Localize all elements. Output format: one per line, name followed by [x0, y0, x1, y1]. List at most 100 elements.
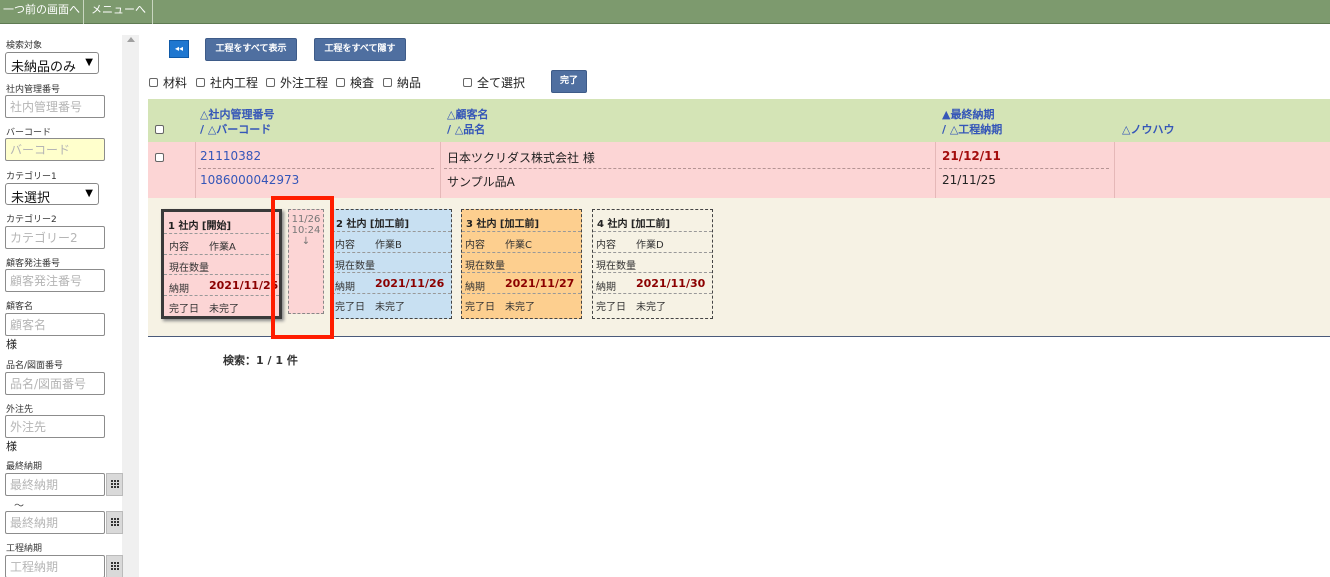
process-title: 1 社内 [開始] [168, 221, 232, 232]
proc-due-input[interactable]: 工程納期 [5, 555, 105, 577]
customer-po-input[interactable]: 顧客発注番号 [5, 269, 105, 292]
barcode-label: バーコード [6, 128, 52, 138]
customer-label: 顧客名 [6, 302, 34, 312]
due-value: 2021/11/26 [375, 277, 445, 290]
rewind-icon[interactable]: ◂◂ [169, 40, 189, 58]
filter-inspection-checkbox[interactable] [336, 78, 345, 87]
sort-barcode-link[interactable]: / △バーコード [200, 121, 271, 137]
customer-po-label: 顧客発注番号 [6, 259, 61, 269]
row-checkbox[interactable] [155, 153, 164, 162]
table-row [148, 142, 1330, 198]
proc-due-value: 21/11/25 [942, 173, 996, 187]
process-title: 3 社内 [加工前] [466, 219, 540, 230]
search-target-select[interactable]: 未納品のみ ▼ [5, 52, 99, 75]
select-all-label: 全て選択 [477, 76, 526, 90]
process-card[interactable]: 4 社内 [加工前] 内容 作業D 現在数量 納期 2021/11/30 完了日… [592, 209, 713, 319]
filter-internal-label: 社内工程 [210, 76, 259, 90]
product-label: 品名/図面番号 [6, 361, 64, 371]
filter-delivery-checkbox[interactable] [383, 78, 392, 87]
due-label: 納期 [465, 282, 485, 293]
filter-inspection-label: 検査 [350, 76, 375, 90]
due-value: 2021/11/30 [636, 277, 706, 290]
final-due-to-input[interactable]: 最終納期 [5, 511, 105, 534]
final-due-from-input[interactable]: 最終納期 [5, 473, 105, 496]
sort-proc-due-link[interactable]: / △工程納期 [942, 121, 1002, 137]
final-due-value: 21/12/11 [942, 149, 1001, 163]
qty-label: 現在数量 [596, 261, 636, 272]
final-due-label: 最終納期 [6, 462, 43, 472]
qty-label: 現在数量 [465, 261, 505, 272]
content-label: 内容 [465, 240, 485, 251]
barcode-input[interactable]: バーコード [5, 138, 105, 161]
hide-all-processes-button[interactable]: 工程をすべて隠す [314, 38, 406, 61]
chevron-down-icon: ▼ [85, 57, 93, 68]
due-label: 納期 [335, 282, 355, 293]
done-value: 未完了 [505, 302, 535, 313]
calendar-icon[interactable] [106, 473, 123, 496]
content-label: 内容 [596, 240, 616, 251]
proc-due-label: 工程納期 [6, 544, 43, 554]
show-all-processes-button[interactable]: 工程をすべて表示 [205, 38, 297, 61]
product-input[interactable]: 品名/図面番号 [5, 372, 105, 395]
range-separator: ～ [14, 501, 24, 512]
due-label: 納期 [596, 282, 616, 293]
vendor-label: 外注先 [6, 405, 34, 415]
category1-value: 未選択 [11, 191, 51, 206]
cell-divider [939, 168, 1109, 169]
calendar-icon[interactable] [106, 555, 123, 577]
cell-divider [198, 168, 434, 169]
process-card[interactable]: 1 社内 [開始] 内容 作業A 現在数量 納期 2021/11/25 完了日 … [161, 209, 282, 319]
customer-suffix: 様 [6, 338, 17, 351]
due-label: 納期 [169, 284, 189, 295]
due-value: 2021/11/27 [505, 277, 575, 290]
scroll-up-icon[interactable] [127, 37, 135, 42]
cell-divider [444, 168, 930, 169]
sort-product-link[interactable]: / △品名 [447, 121, 485, 137]
back-button[interactable]: 一つ前の画面へ [0, 0, 84, 24]
filter-material-checkbox[interactable] [149, 78, 158, 87]
done-value: 未完了 [636, 302, 666, 313]
top-nav-bar: 一つ前の画面へ メニューへ [0, 0, 1330, 24]
internal-no-link[interactable]: 21110382 [200, 149, 261, 163]
qty-label: 現在数量 [169, 263, 209, 274]
column-divider [440, 142, 441, 198]
done-label: 完了日 [465, 302, 495, 313]
category2-input[interactable]: カテゴリー2 [5, 226, 105, 249]
vendor-input[interactable]: 外注先 [5, 415, 105, 438]
done-value: 未完了 [209, 304, 239, 315]
internal-no-input[interactable]: 社内管理番号 [5, 95, 105, 118]
process-card[interactable]: 3 社内 [加工前] 内容 作業C 現在数量 納期 2021/11/27 完了日… [461, 209, 582, 319]
filter-internal-checkbox[interactable] [196, 78, 205, 87]
filter-outsource-checkbox[interactable] [266, 78, 275, 87]
process-title: 2 社内 [加工前] [336, 219, 410, 230]
process-card[interactable]: 2 社内 [加工前] 内容 作業B 現在数量 納期 2021/11/26 完了日… [331, 209, 452, 319]
done-button[interactable]: 完了 [551, 70, 587, 93]
content-value: 作業D [636, 240, 664, 251]
select-all-checkbox[interactable] [463, 78, 472, 87]
category1-label: カテゴリー1 [6, 172, 57, 182]
done-label: 完了日 [169, 304, 199, 315]
sort-customer-link[interactable]: △顧客名 [447, 106, 488, 122]
category1-select[interactable]: 未選択 ▼ [5, 183, 99, 206]
filter-outsource-label: 外注工程 [280, 76, 329, 90]
search-result-count: 検索：1 / 1 件 [223, 354, 298, 367]
chevron-down-icon: ▼ [85, 188, 93, 199]
highlight-box [271, 196, 334, 339]
header-checkbox[interactable] [155, 125, 164, 134]
barcode-link[interactable]: 1086000042973 [200, 173, 299, 187]
content-label: 内容 [335, 240, 355, 251]
done-label: 完了日 [596, 302, 626, 313]
calendar-icon[interactable] [106, 511, 123, 534]
due-value: 2021/11/25 [209, 279, 279, 292]
vendor-suffix: 様 [6, 440, 17, 453]
sidebar-scrollbar[interactable] [122, 35, 139, 577]
content-value: 作業C [505, 240, 532, 251]
menu-button[interactable]: メニューへ [85, 0, 153, 24]
sort-final-due-link[interactable]: ▲最終納期 [942, 106, 994, 122]
internal-no-label: 社内管理番号 [6, 85, 61, 95]
sort-internal-no-link[interactable]: △社内管理番号 [200, 106, 274, 122]
customer-input[interactable]: 顧客名 [5, 313, 105, 336]
category2-label: カテゴリー2 [6, 215, 57, 225]
sort-knowhow-link[interactable]: △ノウハウ [1122, 121, 1174, 137]
filter-material-label: 材料 [163, 76, 188, 90]
